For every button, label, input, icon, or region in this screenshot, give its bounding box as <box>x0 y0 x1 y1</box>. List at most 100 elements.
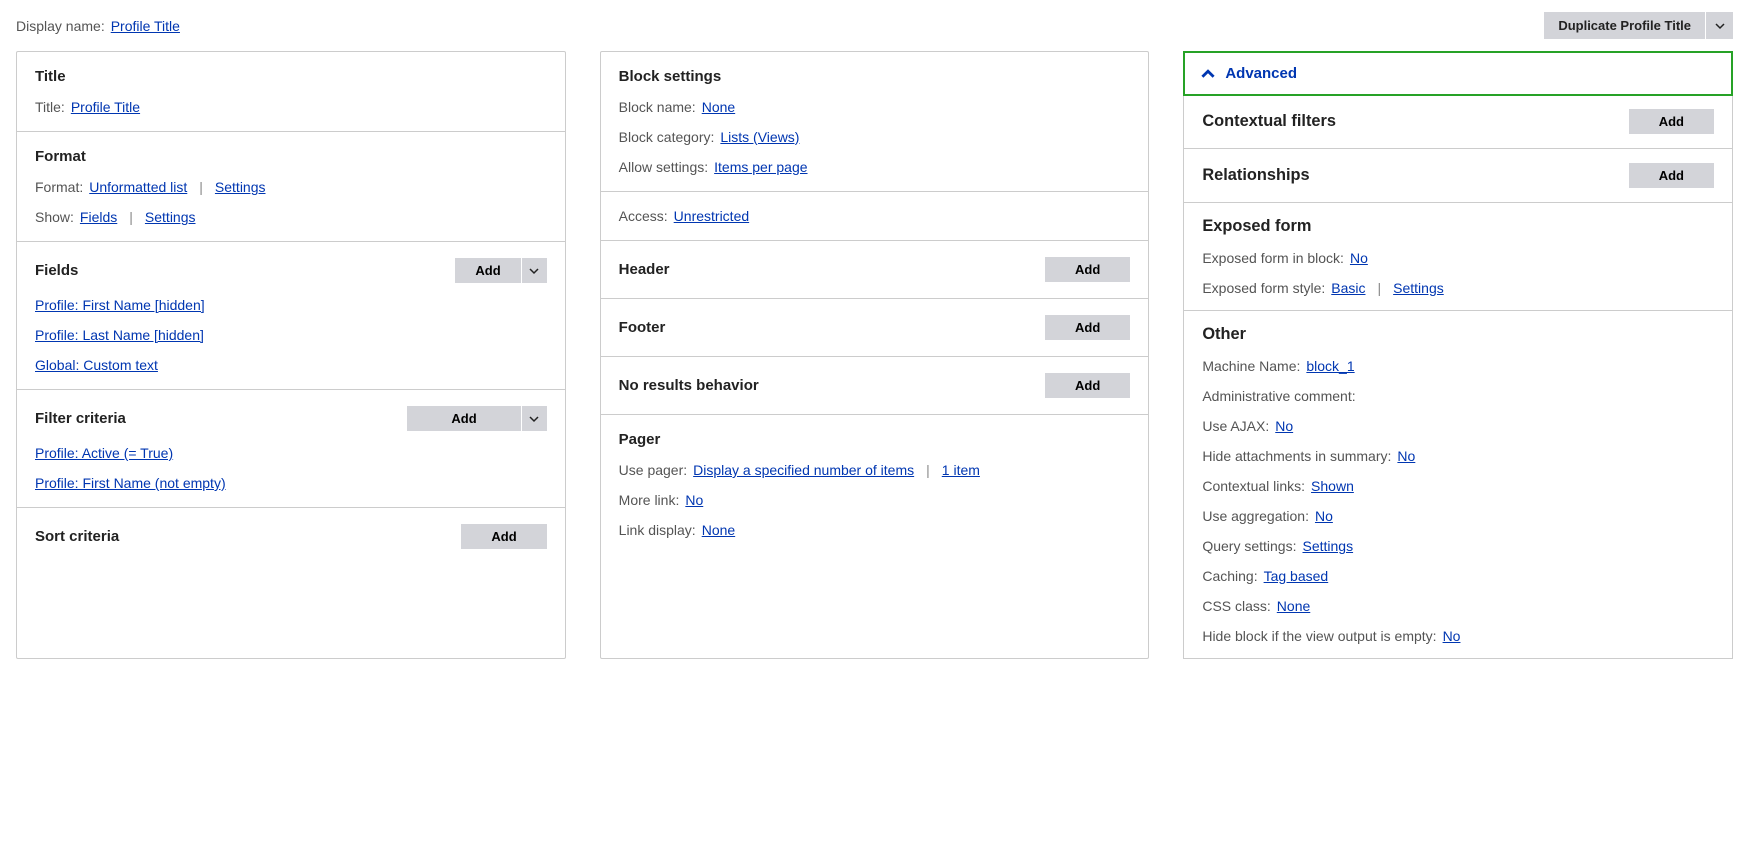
access-label: Access: <box>619 208 668 224</box>
separator: | <box>926 462 930 478</box>
field-item[interactable]: Profile: First Name [hidden] <box>35 297 205 313</box>
more-link-label: More link: <box>619 492 680 508</box>
use-pager-link[interactable]: Display a specified number of items <box>693 462 914 478</box>
fields-add-dropdown[interactable] <box>521 258 547 283</box>
chevron-down-icon <box>529 414 539 424</box>
header-add-button[interactable]: Add <box>1045 257 1130 282</box>
hide-block-label: Hide block if the view output is empty: <box>1202 628 1436 644</box>
field-item[interactable]: Profile: Last Name [hidden] <box>35 327 204 343</box>
display-name-row: Display name: Profile Title <box>16 18 180 34</box>
other-section: Other Machine Name: block_1 Administrati… <box>1184 311 1732 658</box>
format-label: Format: <box>35 179 83 195</box>
contextual-filters-section: Contextual filters Add <box>1184 95 1732 149</box>
contextual-links-link[interactable]: Shown <box>1311 478 1354 494</box>
exposed-style-settings-link[interactable]: Settings <box>1393 280 1444 296</box>
block-settings-section: Block settings Block name: None Block ca… <box>601 52 1149 192</box>
column-1: Title Title: Profile Title Format Format… <box>16 51 566 659</box>
filter-item[interactable]: Profile: First Name (not empty) <box>35 475 226 491</box>
relationships-add-button[interactable]: Add <box>1629 163 1714 188</box>
contextual-add-button[interactable]: Add <box>1629 109 1714 134</box>
top-bar: Display name: Profile Title Duplicate Pr… <box>16 12 1733 39</box>
header-section: Header Add <box>601 241 1149 299</box>
use-aggregation-label: Use aggregation: <box>1202 508 1309 524</box>
hide-block-link[interactable]: No <box>1443 628 1461 644</box>
duplicate-dropdown-button[interactable] <box>1705 12 1733 39</box>
css-class-label: CSS class: <box>1202 598 1270 614</box>
duplicate-button-group: Duplicate Profile Title <box>1544 12 1733 39</box>
other-heading: Other <box>1202 325 1714 344</box>
show-value-link[interactable]: Fields <box>80 209 117 225</box>
exposed-in-block-link[interactable]: No <box>1350 250 1368 266</box>
no-results-add-button[interactable]: Add <box>1045 373 1130 398</box>
fields-add-button[interactable]: Add <box>455 258 520 283</box>
relationships-section: Relationships Add <box>1184 149 1732 203</box>
use-aggregation-link[interactable]: No <box>1315 508 1333 524</box>
filter-item[interactable]: Profile: Active (= True) <box>35 445 173 461</box>
separator: | <box>129 209 133 225</box>
footer-section: Footer Add <box>601 299 1149 357</box>
footer-heading: Footer <box>619 319 666 336</box>
chevron-down-icon <box>529 266 539 276</box>
block-name-label: Block name: <box>619 99 696 115</box>
advanced-toggle[interactable]: Advanced <box>1183 51 1733 96</box>
contextual-heading: Contextual filters <box>1202 112 1336 131</box>
duplicate-button[interactable]: Duplicate Profile Title <box>1544 12 1705 39</box>
separator: | <box>1378 280 1382 296</box>
query-settings-label: Query settings: <box>1202 538 1296 554</box>
block-category-label: Block category: <box>619 129 715 145</box>
machine-name-link[interactable]: block_1 <box>1306 358 1354 374</box>
link-display-link[interactable]: None <box>702 522 735 538</box>
show-settings-link[interactable]: Settings <box>145 209 196 225</box>
footer-add-button[interactable]: Add <box>1045 315 1130 340</box>
block-category-link[interactable]: Lists (Views) <box>720 129 799 145</box>
header-heading: Header <box>619 261 670 278</box>
css-class-link[interactable]: None <box>1277 598 1310 614</box>
exposed-heading: Exposed form <box>1202 217 1714 236</box>
columns: Title Title: Profile Title Format Format… <box>16 51 1733 659</box>
format-settings-link[interactable]: Settings <box>215 179 266 195</box>
field-item[interactable]: Global: Custom text <box>35 357 158 373</box>
sort-section: Sort criteria Add <box>17 508 565 565</box>
exposed-style-label: Exposed form style: <box>1202 280 1325 296</box>
no-results-section: No results behavior Add <box>601 357 1149 415</box>
sort-add-button[interactable]: Add <box>461 524 546 549</box>
query-settings-link[interactable]: Settings <box>1302 538 1353 554</box>
filter-section: Filter criteria Add Profile: Active (= T… <box>17 390 565 508</box>
more-link-link[interactable]: No <box>685 492 703 508</box>
caching-label: Caching: <box>1202 568 1257 584</box>
display-name-link[interactable]: Profile Title <box>111 18 180 34</box>
exposed-style-link[interactable]: Basic <box>1331 280 1365 296</box>
title-section: Title Title: Profile Title <box>17 52 565 132</box>
display-name-label: Display name: <box>16 18 105 34</box>
admin-comment-label: Administrative comment: <box>1202 388 1355 404</box>
link-display-label: Link display: <box>619 522 696 538</box>
filter-heading: Filter criteria <box>35 410 126 427</box>
filter-add-dropdown[interactable] <box>521 406 547 431</box>
fields-section: Fields Add Profile: First Name [hidden] … <box>17 242 565 390</box>
chevron-down-icon <box>1715 21 1725 31</box>
filter-add-button[interactable]: Add <box>407 406 520 431</box>
block-name-link[interactable]: None <box>702 99 735 115</box>
access-link[interactable]: Unrestricted <box>674 208 749 224</box>
separator: | <box>199 179 203 195</box>
title-link[interactable]: Profile Title <box>71 99 140 115</box>
contextual-links-label: Contextual links: <box>1202 478 1305 494</box>
allow-settings-link[interactable]: Items per page <box>714 159 807 175</box>
caching-link[interactable]: Tag based <box>1264 568 1329 584</box>
pager-section: Pager Use pager: Display a specified num… <box>601 415 1149 554</box>
use-pager-count-link[interactable]: 1 item <box>942 462 980 478</box>
column-3: Advanced Contextual filters Add Relation… <box>1183 51 1733 659</box>
exposed-in-block-label: Exposed form in block: <box>1202 250 1344 266</box>
title-heading: Title <box>35 68 547 85</box>
hide-attachments-link[interactable]: No <box>1397 448 1415 464</box>
show-label: Show: <box>35 209 74 225</box>
access-section: Access: Unrestricted <box>601 192 1149 241</box>
chevron-up-icon <box>1201 67 1215 81</box>
column-2: Block settings Block name: None Block ca… <box>600 51 1150 659</box>
use-ajax-link[interactable]: No <box>1275 418 1293 434</box>
fields-heading: Fields <box>35 262 78 279</box>
hide-attachments-label: Hide attachments in summary: <box>1202 448 1391 464</box>
format-value-link[interactable]: Unformatted list <box>89 179 187 195</box>
format-heading: Format <box>35 148 547 165</box>
allow-settings-label: Allow settings: <box>619 159 708 175</box>
